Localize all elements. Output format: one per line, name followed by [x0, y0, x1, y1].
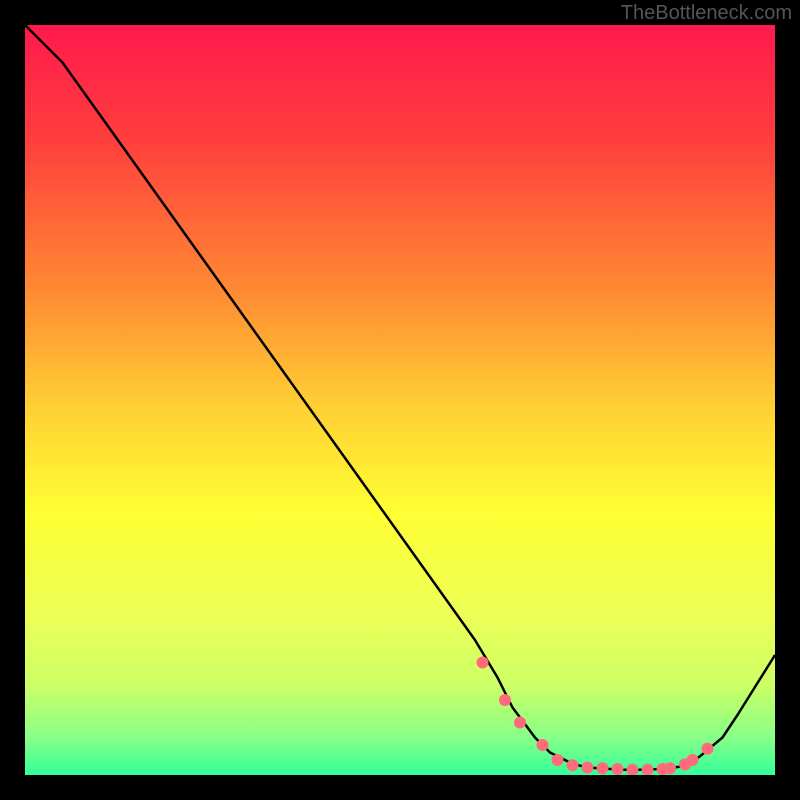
data-marker [477, 657, 489, 669]
data-marker [537, 739, 549, 751]
data-marker [687, 754, 699, 766]
data-marker [612, 763, 624, 775]
chart-svg [25, 25, 775, 775]
data-marker [597, 762, 609, 774]
data-marker [567, 759, 579, 771]
data-marker [514, 717, 526, 729]
gradient-background [25, 25, 775, 775]
data-marker [664, 762, 676, 774]
data-marker [702, 743, 714, 755]
watermark-text: TheBottleneck.com [621, 2, 792, 25]
chart-container: TheBottleneck.com [0, 0, 800, 800]
plot-area [25, 25, 775, 775]
data-marker [582, 762, 594, 774]
data-marker [552, 754, 564, 766]
data-marker [499, 694, 511, 706]
